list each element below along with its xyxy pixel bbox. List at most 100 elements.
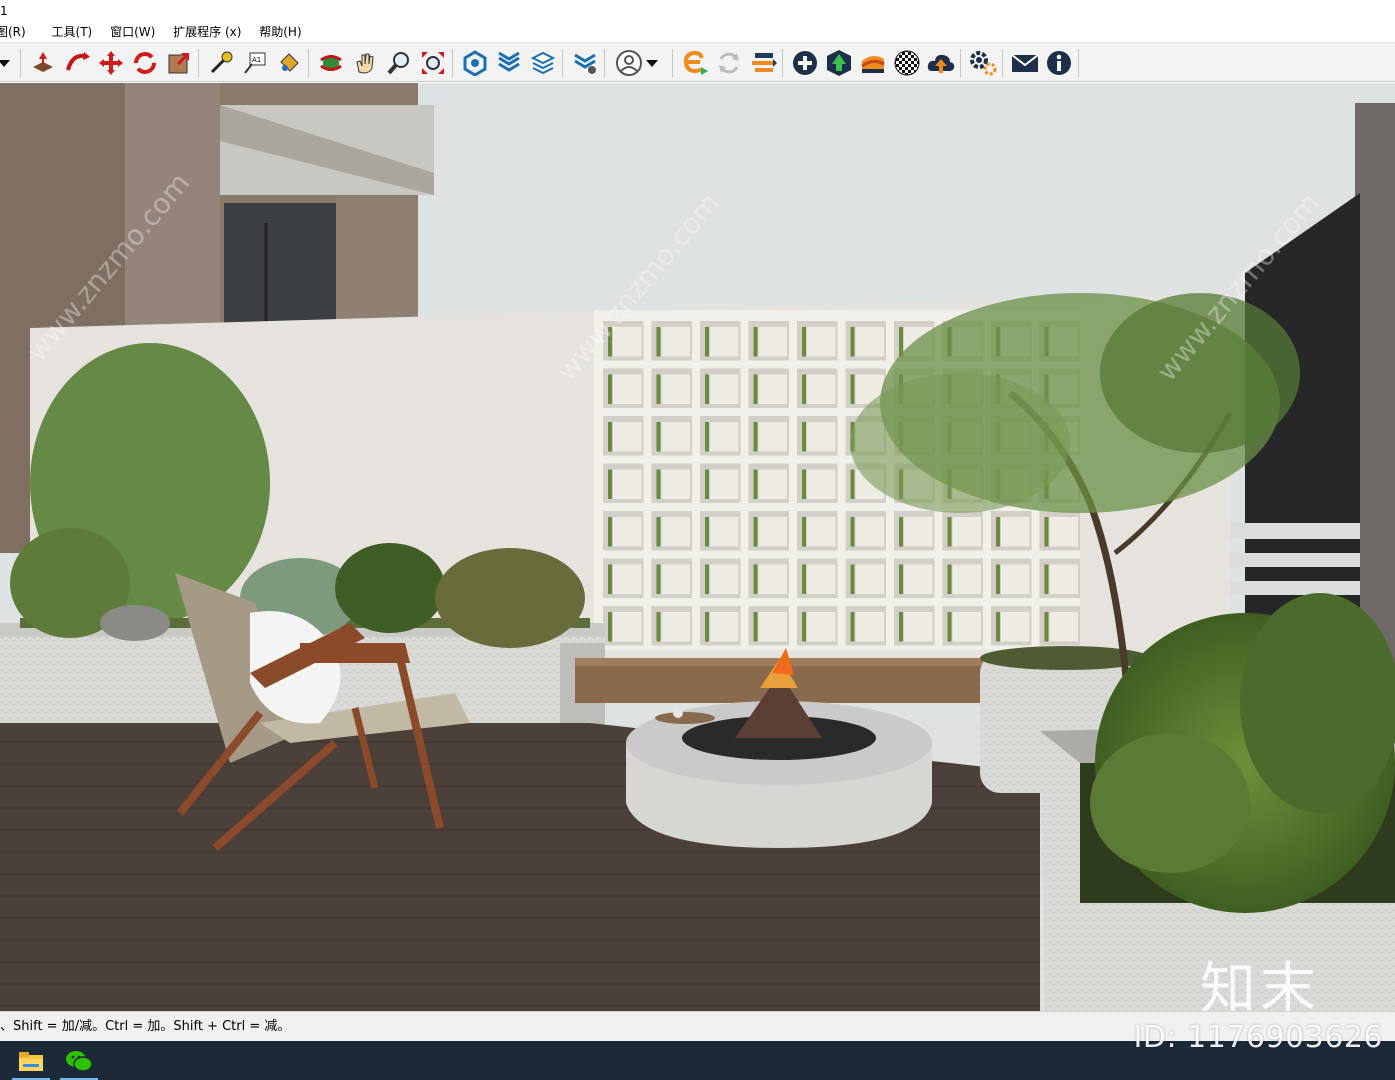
- menu-help[interactable]: 帮助(H): [259, 22, 301, 42]
- user-dropdown-icon[interactable]: [642, 47, 662, 79]
- main-toolbar: A1: [0, 42, 1395, 82]
- checker-material-icon[interactable]: [892, 47, 922, 79]
- breeze-block-face: [855, 517, 884, 547]
- breeze-block-face: [1001, 564, 1030, 594]
- info-icon[interactable]: [1044, 47, 1074, 79]
- rotate-icon[interactable]: [130, 47, 160, 79]
- breeze-block-face: [758, 564, 787, 594]
- breeze-block-opening: [705, 327, 709, 357]
- text-label-icon[interactable]: A1: [240, 47, 270, 79]
- breeze-block-face: [710, 374, 739, 404]
- breeze-block-opening: [1044, 517, 1049, 547]
- push-pull-icon[interactable]: [28, 47, 58, 79]
- cloud-upload-icon[interactable]: [926, 47, 956, 79]
- breeze-block-face: [710, 469, 739, 499]
- warehouse-icon[interactable]: [460, 47, 490, 79]
- breeze-block-face: [613, 374, 642, 404]
- breeze-block-opening: [899, 327, 903, 357]
- gear-settings-icon[interactable]: [968, 47, 998, 79]
- breeze-block-opening: [656, 564, 661, 594]
- toolbar-separator: [198, 49, 199, 77]
- breeze-block-face: [661, 564, 690, 594]
- breeze-block-opening: [705, 422, 709, 452]
- dropdown-arrow-icon[interactable]: [0, 47, 14, 79]
- upload-tree-icon[interactable]: [824, 47, 854, 79]
- mail-icon[interactable]: [1010, 47, 1040, 79]
- breeze-block-opening: [753, 422, 758, 452]
- breeze-block-opening: [802, 422, 806, 452]
- breeze-block-face: [1049, 517, 1078, 547]
- enscape-sync-icon[interactable]: [714, 47, 744, 79]
- breeze-block-opening: [802, 374, 806, 404]
- follow-me-icon[interactable]: [62, 47, 92, 79]
- breeze-block-face: [855, 612, 884, 642]
- breeze-block-opening: [656, 422, 661, 452]
- enscape-export-icon[interactable]: [748, 47, 778, 79]
- breeze-block-face: [613, 517, 642, 547]
- breeze-block-opening: [899, 564, 903, 594]
- material-palette-icon[interactable]: [858, 47, 888, 79]
- orbit-icon[interactable]: [316, 47, 346, 79]
- breeze-block-opening: [608, 374, 612, 404]
- breeze-block-opening: [753, 517, 758, 547]
- breeze-block-opening: [850, 517, 855, 547]
- breeze-block-face: [952, 612, 981, 642]
- breeze-block-opening: [656, 517, 661, 547]
- breeze-block-opening: [608, 517, 612, 547]
- breeze-block-opening: [850, 374, 855, 404]
- menu-tools[interactable]: 工具(T): [52, 22, 93, 42]
- layers-icon[interactable]: [494, 47, 524, 79]
- breeze-block-opening: [753, 612, 758, 642]
- breeze-block-face: [807, 469, 836, 499]
- layer-stack-icon[interactable]: [528, 47, 558, 79]
- breeze-block-face: [613, 612, 642, 642]
- breeze-block-opening: [850, 327, 855, 357]
- pan-hand-icon[interactable]: [350, 47, 380, 79]
- breeze-block-opening: [656, 374, 661, 404]
- user-account-icon[interactable]: [614, 47, 644, 79]
- tape-measure-icon[interactable]: [206, 47, 236, 79]
- window-title: 1: [0, 0, 1395, 22]
- breeze-block-face: [661, 422, 690, 452]
- breeze-block-opening: [753, 469, 758, 499]
- breeze-block-face: [613, 422, 642, 452]
- breeze-block-face: [807, 327, 836, 357]
- breeze-block-face: [710, 612, 739, 642]
- breeze-block-face: [904, 564, 933, 594]
- breeze-block-face: [710, 517, 739, 547]
- breeze-block-face: [1001, 517, 1030, 547]
- breeze-block-face: [710, 422, 739, 452]
- zoom-icon[interactable]: [384, 47, 414, 79]
- breeze-block-opening: [705, 612, 709, 642]
- paint-bucket-icon[interactable]: [274, 47, 304, 79]
- menu-window[interactable]: 窗口(W): [110, 22, 155, 42]
- breeze-block-face: [807, 517, 836, 547]
- breeze-block-face: [758, 517, 787, 547]
- toolbar-separator: [1078, 49, 1079, 77]
- scene-render: www.znzmo.com www.znzmo.com www.znzmo.co…: [0, 83, 1395, 1011]
- breeze-block-face: [661, 327, 690, 357]
- breeze-block-opening: [850, 564, 855, 594]
- menu-extensions[interactable]: 扩展程序 (x): [173, 22, 241, 42]
- enscape-start-icon[interactable]: [680, 47, 710, 79]
- toolbar-separator: [672, 49, 673, 77]
- breeze-block-face: [904, 517, 933, 547]
- breeze-block-opening: [802, 612, 806, 642]
- zoom-extents-icon[interactable]: [418, 47, 448, 79]
- file-explorer-icon[interactable]: [8, 1041, 54, 1080]
- breeze-block-opening: [947, 564, 952, 594]
- breeze-block-face: [613, 469, 642, 499]
- breeze-block-face: [1001, 612, 1030, 642]
- move-icon[interactable]: [96, 47, 126, 79]
- breeze-block-face: [661, 612, 690, 642]
- wechat-icon[interactable]: [56, 1041, 102, 1080]
- scale-icon[interactable]: [164, 47, 194, 79]
- toolbar-separator: [782, 49, 783, 77]
- model-viewport[interactable]: www.znzmo.com www.znzmo.com www.znzmo.co…: [0, 83, 1395, 1011]
- breeze-block-opening: [1044, 564, 1049, 594]
- add-circle-icon[interactable]: [790, 47, 820, 79]
- breeze-block-opening: [899, 517, 903, 547]
- tag-settings-icon[interactable]: [570, 47, 600, 79]
- toolbar-separator: [960, 49, 961, 77]
- menu-view[interactable]: 图(R): [0, 22, 26, 42]
